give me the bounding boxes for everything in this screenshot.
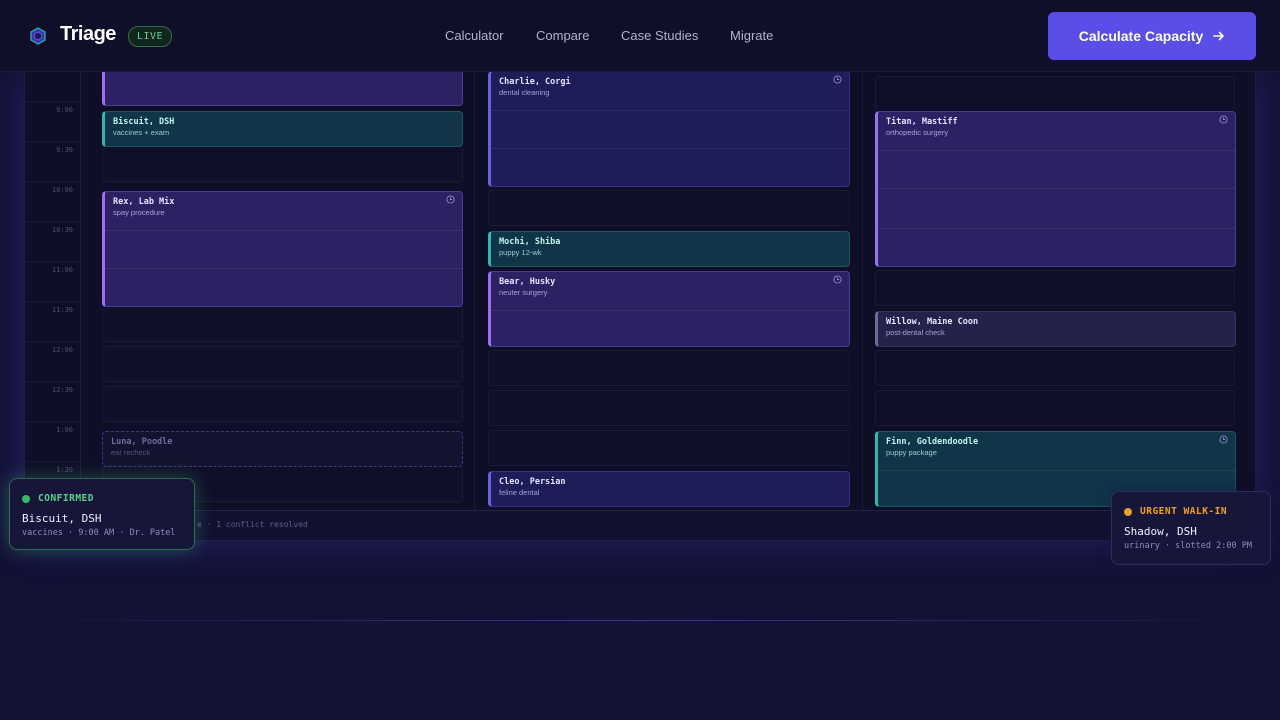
arrow-right-icon (1213, 31, 1225, 41)
time-slot: 10:30 (25, 222, 81, 262)
live-badge: LIVE (128, 26, 173, 47)
urgent-title: URGENT WALK-IN (1140, 506, 1228, 517)
nav-link-migrate[interactable]: Migrate (730, 28, 773, 43)
appointment-block-tentative[interactable]: Luna, Poodle ear recheck (102, 431, 463, 467)
appointment-block[interactable]: Charlie, Corgi dental cleaning (488, 72, 850, 187)
nav-link-calculator[interactable]: Calculator (445, 28, 504, 43)
urgent-details: urinary · slotted 2:00 PM (1124, 541, 1252, 551)
time-column: 9:00 9:30 10:00 10:30 11:00 11:30 12:00 … (25, 72, 81, 512)
top-nav-bar: Triage LIVE Calculator Compare Case Stud… (0, 0, 1280, 72)
empty-slot[interactable] (102, 146, 463, 182)
appointment-patient: Luna, Poodle (111, 437, 173, 447)
appointment-procedure: feline dental (499, 488, 540, 497)
appointment-block[interactable] (102, 72, 463, 106)
time-slot (25, 72, 81, 102)
appointment-patient: Cleo, Persian (499, 477, 566, 487)
time-slot: 12:30 (25, 382, 81, 422)
urgent-walkin-card[interactable]: URGENT WALK-IN Shadow, DSH urinary · slo… (1111, 491, 1271, 565)
appointment-block[interactable]: Bear, Husky neuter surgery (488, 271, 850, 347)
appointment-block[interactable]: Biscuit, DSH vaccines + exam (102, 111, 463, 147)
clock-icon (1219, 435, 1228, 444)
confirmed-details: vaccines · 9:00 AM · Dr. Patel (22, 528, 176, 538)
appointment-procedure: dental cleaning (499, 88, 550, 97)
nav-link-compare[interactable]: Compare (536, 28, 589, 43)
confirmed-title: CONFIRMED (38, 493, 94, 504)
clock-icon (833, 275, 842, 284)
empty-slot[interactable] (875, 350, 1235, 386)
status-dot (1124, 508, 1132, 516)
empty-slot[interactable] (488, 430, 850, 466)
section-divider (0, 620, 1280, 621)
appointment-patient: Charlie, Corgi (499, 77, 571, 87)
empty-slot[interactable] (488, 390, 850, 426)
appointment-patient: Finn, Goldendoodle (886, 437, 979, 447)
hexagon-logo-icon (30, 27, 46, 45)
appointment-patient: Bear, Husky (499, 277, 556, 287)
empty-slot[interactable] (875, 76, 1235, 112)
appointment-patient: Rex, Lab Mix (113, 197, 175, 207)
column-divider (474, 72, 475, 512)
confirmed-notification-card[interactable]: CONFIRMED Biscuit, DSH vaccines · 9:00 A… (9, 478, 195, 550)
calculate-capacity-label: Calculate Capacity (1078, 28, 1204, 44)
appointment-patient: Biscuit, DSH (113, 117, 175, 127)
calculate-capacity-button[interactable]: Calculate Capacity (1048, 12, 1256, 60)
empty-slot[interactable] (102, 306, 463, 342)
appointment-procedure: orthopedic surgery (886, 128, 949, 137)
confirmed-patient: Biscuit, DSH (22, 512, 102, 525)
appointment-procedure: spay procedure (113, 208, 165, 217)
nav-link-case-studies[interactable]: Case Studies (621, 28, 698, 43)
clock-icon (1219, 115, 1228, 124)
time-slot: 1:00 (25, 422, 81, 462)
empty-slot[interactable] (488, 190, 850, 226)
clock-icon (446, 195, 455, 204)
time-slot: 9:30 (25, 142, 81, 182)
appointment-patient: Willow, Maine Coon (886, 317, 979, 327)
appointment-procedure: post-dental check (886, 328, 945, 337)
schedule-status-bar: e · 1 conflict resolved (25, 510, 1255, 540)
appointment-block[interactable]: Rex, Lab Mix spay procedure (102, 191, 463, 307)
appointment-block[interactable]: Cleo, Persian feline dental (488, 471, 850, 507)
time-slot: 11:00 (25, 262, 81, 302)
empty-slot[interactable] (102, 386, 463, 422)
appointment-patient: Mochi, Shiba (499, 237, 561, 247)
urgent-patient: Shadow, DSH (1124, 525, 1197, 538)
time-slot: 9:00 (25, 102, 81, 142)
empty-slot[interactable] (102, 346, 463, 382)
empty-slot[interactable] (875, 390, 1235, 426)
appointment-procedure: neuter surgery (499, 288, 548, 297)
appointment-block[interactable]: Willow, Maine Coon post-dental check (875, 311, 1236, 347)
status-dot (22, 495, 30, 503)
empty-slot[interactable] (488, 350, 850, 386)
column-divider (862, 72, 863, 512)
status-text: e · 1 conflict resolved (197, 520, 308, 529)
appointment-procedure: vaccines + exam (113, 128, 170, 137)
appointment-block[interactable]: Mochi, Shiba puppy 12-wk (488, 231, 850, 267)
appointment-procedure: puppy package (886, 448, 937, 457)
empty-slot[interactable] (875, 270, 1235, 306)
time-slot: 11:30 (25, 302, 81, 342)
clock-icon (833, 75, 842, 84)
time-slot: 12:00 (25, 342, 81, 382)
appointment-patient: Titan, Mastiff (886, 117, 958, 127)
appointment-block[interactable]: Titan, Mastiff orthopedic surgery (875, 111, 1236, 267)
time-slot: 10:00 (25, 182, 81, 222)
brand-name[interactable]: Triage (60, 23, 116, 46)
schedule-panel: 9:00 9:30 10:00 10:30 11:00 11:30 12:00 … (24, 72, 1256, 541)
appointment-procedure: ear recheck (111, 448, 151, 457)
appointment-procedure: puppy 12-wk (499, 248, 542, 257)
